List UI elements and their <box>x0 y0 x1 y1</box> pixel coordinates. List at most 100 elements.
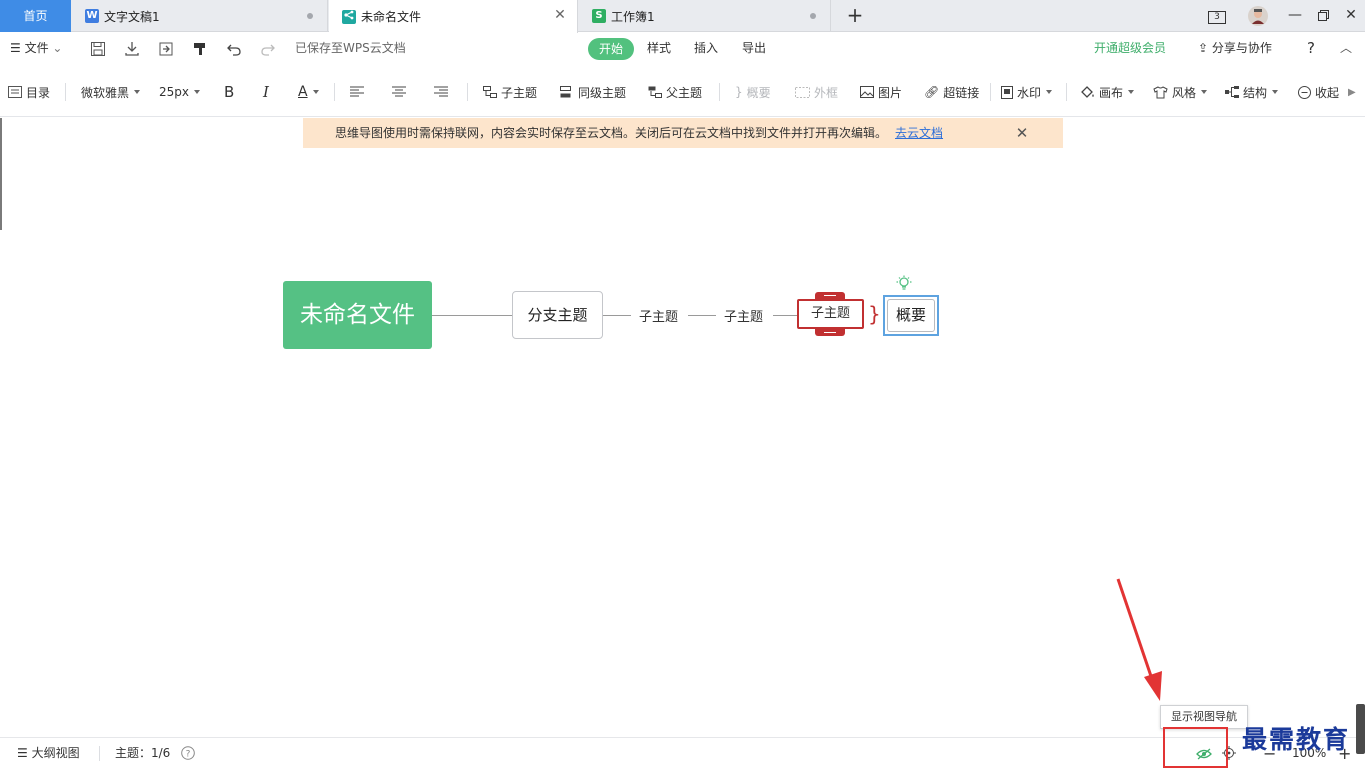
sub-topic[interactable]: 子主题 <box>724 306 763 325</box>
outline-view-button[interactable]: ☰ 大纲视图 <box>17 738 80 769</box>
lightbulb-icon[interactable] <box>896 275 912 294</box>
image-icon <box>860 86 874 98</box>
minus-circle-icon <box>1298 85 1311 99</box>
tab-start[interactable]: 开始 <box>588 38 634 60</box>
summary-button[interactable]: } 概要 <box>735 81 771 103</box>
collapse-top-handle[interactable] <box>815 292 845 299</box>
toolbar-scroll-right-icon[interactable]: ▶ <box>1348 81 1356 103</box>
sibling-topic-button[interactable]: 同级主题 <box>560 81 626 103</box>
font-family-select[interactable]: 微软雅黑 <box>81 81 141 103</box>
toolbar-divider <box>990 83 991 101</box>
bold-button[interactable]: B <box>224 81 234 103</box>
branch-topic[interactable]: 分支主题 <box>512 291 603 339</box>
parent-topic-icon <box>648 86 662 98</box>
link-icon: 🔗︎ <box>924 85 940 99</box>
tab-home[interactable]: 首页 <box>0 0 71 32</box>
selected-sub-topic[interactable]: 子主题 <box>797 299 864 329</box>
menu-bar: ☰ 文件 ⌄ 已保存至WPS云文档 开始 样式 插入 导出 开通超级会员 ⇪ 分… <box>0 33 1365 65</box>
connector-line <box>773 315 797 316</box>
align-left-icon[interactable] <box>350 81 364 103</box>
help-circle-icon[interactable]: ? <box>181 738 195 769</box>
collapse-ribbon-icon[interactable]: ︿ <box>1340 33 1352 65</box>
share-button[interactable]: ⇪ 分享与协作 <box>1198 33 1272 65</box>
writer-icon: W <box>85 9 99 23</box>
window-close-icon[interactable]: ✕ <box>1336 0 1365 32</box>
sub-topic[interactable]: 子主题 <box>639 306 678 325</box>
annotation-highlight-box <box>1163 727 1228 768</box>
cloud-doc-link[interactable]: 去云文档 <box>895 126 943 140</box>
theme-button[interactable]: 风格 <box>1153 81 1208 103</box>
notice-text: 思维导图使用时需保持联网，内容会实时保存至云文档。关闭后可在云文档中找到文件并打… <box>335 126 888 140</box>
align-right-icon[interactable] <box>434 81 448 103</box>
redo-icon[interactable] <box>258 39 278 59</box>
close-icon[interactable]: ✕ <box>553 8 567 22</box>
chevron-down-icon <box>312 90 319 94</box>
tab-document[interactable]: W 文字文稿1 <box>72 0 328 32</box>
chevron-down-icon <box>194 90 200 94</box>
annotation-arrow <box>1116 578 1162 701</box>
canvas-button[interactable]: 画布 <box>1081 81 1135 103</box>
save-status: 已保存至WPS云文档 <box>295 41 406 55</box>
watermark-icon <box>1001 85 1013 99</box>
tab-mindmap[interactable]: 未命名文件 ✕ <box>329 0 578 33</box>
tab-export[interactable]: 导出 <box>742 33 766 65</box>
minimize-icon[interactable]: — <box>1280 0 1310 32</box>
close-icon[interactable]: ✕ <box>1015 118 1029 148</box>
paint-bucket-icon <box>1081 85 1095 99</box>
font-size-select[interactable]: 25px <box>159 81 200 103</box>
toolbar-divider <box>467 83 468 101</box>
avatar[interactable] <box>1243 0 1273 32</box>
side-scroll-handle[interactable] <box>1356 704 1365 754</box>
unsaved-dot-icon <box>810 13 816 19</box>
child-topic-button[interactable]: 子主题 <box>483 81 537 103</box>
status-divider <box>99 746 100 761</box>
hamburger-icon: ☰ <box>10 41 25 55</box>
toolbar-divider <box>719 83 720 101</box>
undo-icon[interactable] <box>224 39 244 59</box>
list-icon: ☰ <box>17 746 28 760</box>
tab-style[interactable]: 样式 <box>647 33 671 65</box>
help-icon[interactable]: ? <box>1307 33 1315 65</box>
tab-spreadsheet[interactable]: S 工作簿1 <box>579 0 831 32</box>
collapse-button[interactable]: 收起 <box>1298 81 1350 103</box>
align-center-icon[interactable] <box>392 81 406 103</box>
font-color-button[interactable]: A <box>298 81 319 103</box>
structure-button[interactable]: 结构 <box>1225 81 1279 103</box>
cloud-notice-banner: 思维导图使用时需保持联网，内容会实时保存至云文档。关闭后可在云文档中找到文件并打… <box>303 118 1063 148</box>
format-painter-icon[interactable] <box>190 39 210 59</box>
spreadsheet-icon: S <box>592 9 606 23</box>
watermark-button[interactable]: 水印 <box>1001 81 1053 103</box>
image-button[interactable]: 图片 <box>860 81 902 103</box>
toolbar-divider <box>1066 83 1067 101</box>
chevron-down-icon <box>1128 90 1135 94</box>
chevron-down-icon <box>134 90 141 94</box>
sibling-topic-icon <box>560 86 574 98</box>
summary-topic[interactable]: 概要 <box>887 299 935 332</box>
structure-icon <box>1225 86 1239 98</box>
tab-insert[interactable]: 插入 <box>694 33 718 65</box>
file-menu[interactable]: ☰ 文件 ⌄ <box>10 33 62 65</box>
topic-count: 主题：1/6 <box>115 746 171 760</box>
share-icon: ⇪ <box>1198 41 1212 55</box>
restore-icon[interactable] <box>1308 0 1338 32</box>
chevron-down-icon <box>1272 90 1279 94</box>
new-tab-button[interactable]: + <box>845 5 865 25</box>
collapse-bottom-handle[interactable] <box>815 329 845 336</box>
frame-icon <box>795 86 810 98</box>
save-icon[interactable] <box>88 39 108 59</box>
connector-line <box>432 315 512 316</box>
export-file-icon[interactable] <box>156 39 176 59</box>
outline-button[interactable]: 目录 <box>8 81 50 103</box>
frame-button[interactable]: 外框 <box>795 81 838 103</box>
vip-link[interactable]: 开通超级会员 <box>1094 33 1166 65</box>
watermark-logo: 最需教育 <box>1242 725 1351 754</box>
svg-text:?: ? <box>186 750 191 760</box>
download-icon[interactable] <box>122 39 142 59</box>
brace-icon: } <box>735 85 743 99</box>
multi-window-button[interactable]: 3 <box>1202 0 1232 32</box>
hyperlink-button[interactable]: 🔗︎ 超链接 <box>924 81 979 103</box>
chevron-down-icon <box>1046 90 1053 94</box>
italic-button[interactable]: I <box>263 81 269 103</box>
parent-topic-button[interactable]: 父主题 <box>648 81 702 103</box>
root-topic[interactable]: 未命名文件 <box>283 281 432 349</box>
